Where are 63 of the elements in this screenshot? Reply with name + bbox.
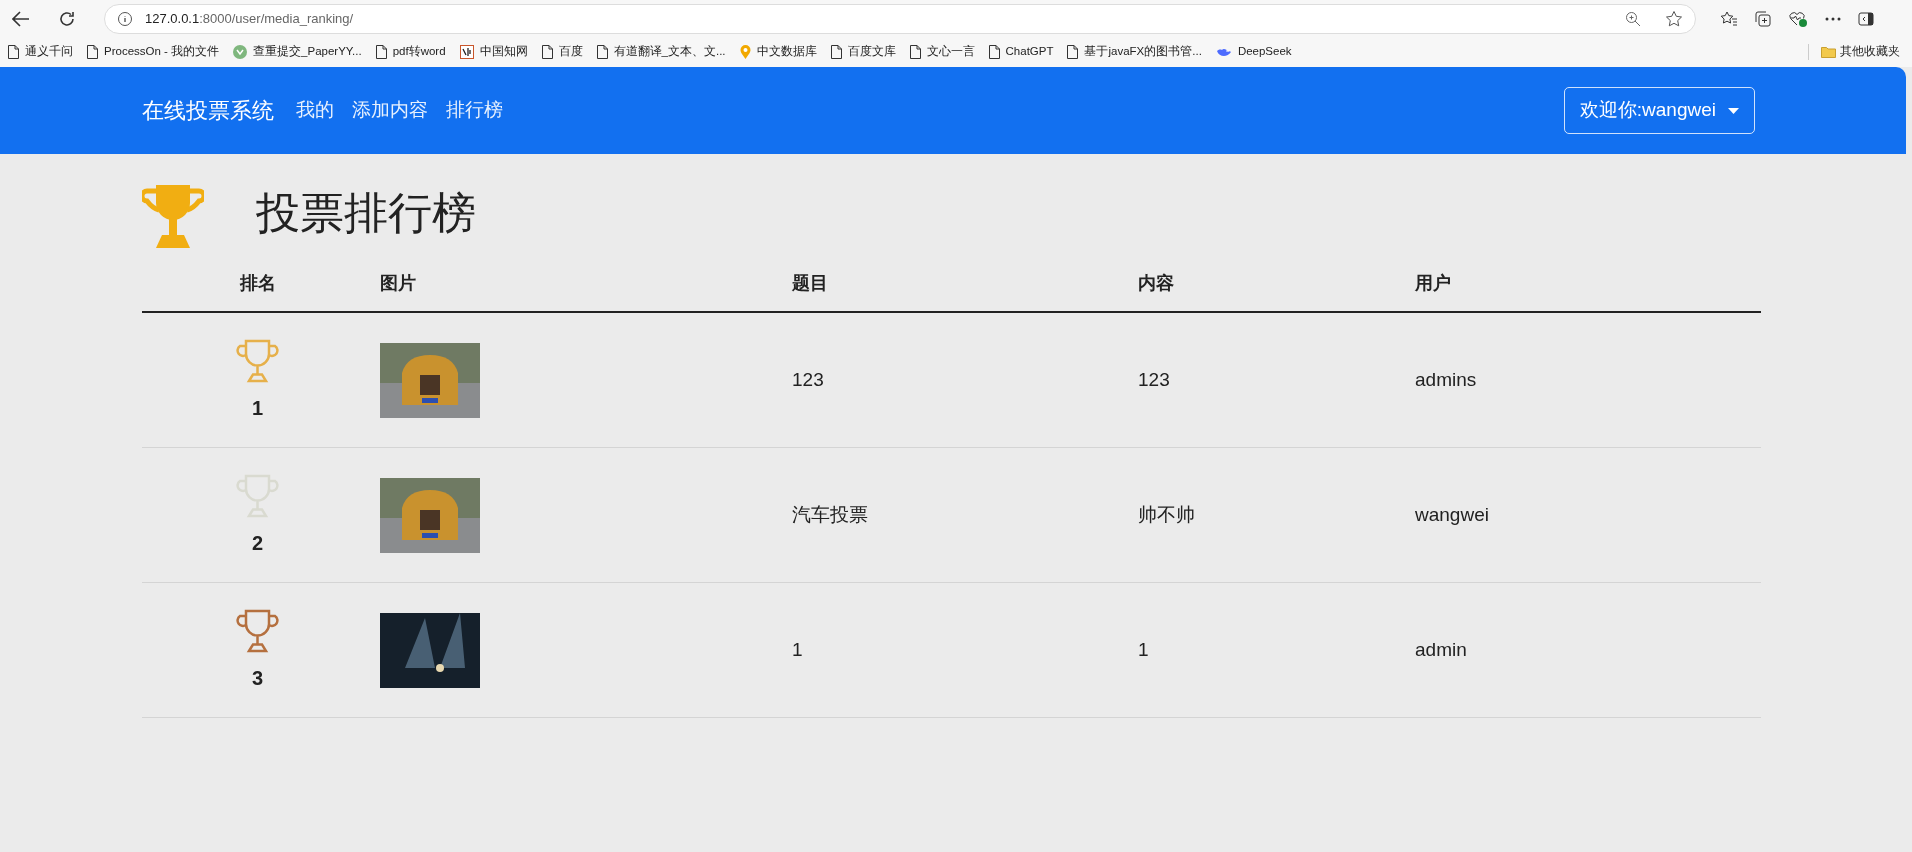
bookmark[interactable]: 中文数据库 (739, 43, 817, 61)
title-cell: 1 (792, 638, 803, 660)
trophy-icon (142, 184, 204, 248)
title-cell: 汽车投票 (792, 503, 868, 525)
column-header: 用户 (1415, 272, 1451, 295)
caret-icon (1728, 107, 1739, 114)
bookmark[interactable]: 中国知网 (459, 43, 528, 61)
column-header: 图片 (380, 272, 416, 295)
nav-link[interactable]: 我的 (296, 96, 334, 125)
address-text: 127.0.0.1:8000/user/media_ranking/ (145, 9, 354, 28)
bookmark[interactable]: ChatGPT (988, 43, 1054, 61)
reload-icon[interactable] (58, 9, 76, 28)
folder-icon (1821, 46, 1836, 58)
page-icon (830, 45, 842, 59)
bookmark[interactable]: 基于javaFX的图书管... (1067, 43, 1202, 61)
column-header: 排名 (239, 272, 276, 295)
content-cell: 1 (1138, 638, 1149, 660)
star-icon[interactable] (1665, 9, 1683, 28)
bookmark[interactable]: 百度文库 (830, 43, 896, 61)
page-icon (596, 45, 608, 59)
location-pin-icon (739, 45, 751, 59)
title-cell: 123 (792, 368, 824, 390)
bookmark[interactable]: pdf转word (375, 43, 446, 61)
bookmark[interactable]: 百度 (541, 43, 583, 61)
rank-number: 3 (251, 665, 264, 691)
page-icon (8, 45, 19, 59)
whale-icon (1215, 46, 1232, 58)
column-header: 题目 (792, 272, 828, 295)
page-icon (988, 45, 1000, 59)
more-icon[interactable] (1824, 16, 1842, 21)
bookmark[interactable]: 通义千问 (8, 43, 73, 61)
brand-link[interactable]: 在线投票系统 (142, 94, 274, 127)
content-cell: 帅不帅 (1138, 503, 1195, 525)
collections-icon[interactable] (1754, 9, 1772, 28)
bookmark[interactable]: 有道翻译_文本、文... (596, 43, 726, 61)
sidebar-icon[interactable] (1858, 11, 1874, 26)
user-dropdown-button[interactable]: 欢迎你:wangwei (1563, 87, 1755, 134)
bookmark[interactable]: DeepSeek (1215, 43, 1292, 61)
bookmark[interactable]: 查重提交_PaperYY... (233, 43, 362, 61)
user-cell: wangwei (1415, 503, 1489, 525)
address-bar[interactable]: 127.0.0.1:8000/user/media_ranking/ (104, 3, 1696, 34)
page-icon (87, 45, 98, 59)
page-icon (541, 45, 553, 59)
page-icon (375, 45, 387, 59)
bookmark-folder[interactable]: 其他收藏夹 (1821, 43, 1904, 61)
page-heading: 投票排行榜 (256, 187, 476, 239)
content-cell: 123 (1138, 368, 1170, 390)
page-icon (1067, 45, 1079, 59)
page-icon (909, 45, 921, 59)
favorites-icon[interactable] (1720, 9, 1738, 28)
nav-link[interactable]: 排行榜 (446, 96, 503, 125)
zoom-icon[interactable] (1625, 10, 1641, 27)
rank-number: 1 (251, 395, 264, 421)
nav-link[interactable]: 添加内容 (352, 96, 428, 125)
health-icon[interactable] (1788, 9, 1808, 28)
user-cell: admin (1415, 638, 1467, 660)
user-cell: admins (1415, 368, 1477, 390)
column-header: 内容 (1138, 272, 1174, 295)
bookmark[interactable]: ProcessOn - 我的文件 (87, 43, 220, 61)
bookmark[interactable]: 文心一言 (909, 43, 975, 61)
rank-number: 2 (251, 530, 264, 556)
info-icon[interactable] (117, 10, 133, 27)
back-icon[interactable] (12, 10, 30, 27)
